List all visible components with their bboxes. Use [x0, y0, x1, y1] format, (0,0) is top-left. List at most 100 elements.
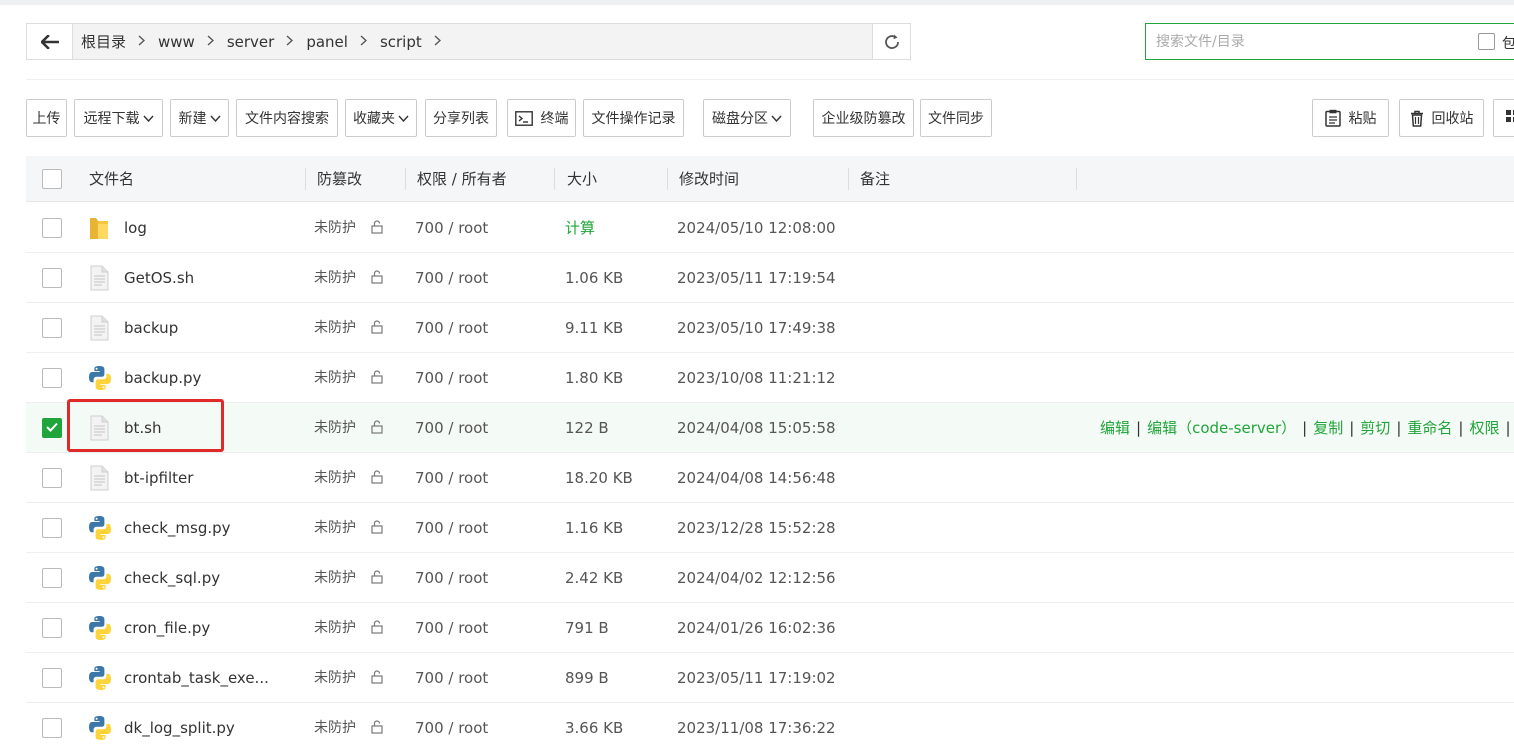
breadcrumb-item-script[interactable]: script	[380, 33, 422, 51]
permission-owner[interactable]: 700 / root	[415, 453, 488, 503]
file-name[interactable]: backup	[124, 303, 178, 353]
unlock-icon[interactable]	[370, 670, 384, 688]
unlock-icon[interactable]	[370, 570, 384, 588]
unlock-icon[interactable]	[370, 720, 384, 738]
file-name[interactable]: backup.py	[124, 353, 201, 403]
refresh-button[interactable]	[873, 24, 910, 59]
tamper-status[interactable]: 未防护	[314, 553, 356, 603]
breadcrumb-item-root[interactable]: 根目录	[81, 31, 126, 52]
unlock-icon[interactable]	[370, 320, 384, 338]
row-checkbox[interactable]	[42, 668, 62, 688]
file-sync-button[interactable]: 文件同步	[920, 99, 992, 137]
table-row[interactable]: log 未防护 700 / root 计算 2024/05/10 12:08:00	[26, 203, 1514, 253]
row-checkbox[interactable]	[42, 568, 62, 588]
file-name[interactable]: bt-ipfilter	[124, 453, 193, 503]
column-header-size[interactable]: 大小	[567, 156, 597, 202]
breadcrumb-item-panel[interactable]: panel	[306, 33, 348, 51]
column-header-mtime[interactable]: 修改时间	[679, 156, 739, 202]
breadcrumb-item-server[interactable]: server	[227, 33, 274, 51]
select-all-checkbox[interactable]	[42, 169, 62, 189]
action-cut[interactable]: 剪切	[1360, 419, 1390, 437]
tamper-status[interactable]: 未防护	[314, 653, 356, 703]
file-name[interactable]: check_msg.py	[124, 503, 231, 553]
row-checkbox[interactable]	[42, 218, 62, 238]
new-button[interactable]: 新建	[170, 99, 229, 137]
action-edit[interactable]: 编辑	[1100, 419, 1130, 437]
unlock-icon[interactable]	[370, 470, 384, 488]
table-row[interactable]: backup.py 未防护 700 / root 1.80 KB 2023/10/08 …	[26, 353, 1514, 403]
row-checkbox[interactable]	[42, 318, 62, 338]
permission-owner[interactable]: 700 / root	[415, 403, 488, 453]
column-header-name[interactable]: 文件名	[89, 156, 134, 202]
view-mode-button[interactable]	[1493, 99, 1514, 137]
tamper-status[interactable]: 未防护	[314, 503, 356, 553]
row-checkbox[interactable]	[42, 618, 62, 638]
permission-owner[interactable]: 700 / root	[415, 303, 488, 353]
back-button[interactable]	[27, 24, 73, 59]
permission-owner[interactable]: 700 / root	[415, 703, 488, 751]
tamper-proof-button[interactable]: 企业级防篡改	[813, 99, 914, 137]
unlock-icon[interactable]	[370, 520, 384, 538]
file-name[interactable]: dk_log_split.py	[124, 703, 235, 751]
table-row[interactable]: check_msg.py 未防护 700 / root 1.16 KB 2023/12/…	[26, 503, 1514, 553]
column-header-perm-owner[interactable]: 权限 / 所有者	[417, 156, 507, 202]
unlock-icon[interactable]	[370, 420, 384, 438]
action-copy[interactable]: 复制	[1313, 419, 1343, 437]
table-row[interactable]: check_sql.py 未防护 700 / root 2.42 KB 2024/04/…	[26, 553, 1514, 603]
permission-owner[interactable]: 700 / root	[415, 603, 488, 653]
disk-partition-button[interactable]: 磁盘分区	[703, 99, 791, 137]
permission-owner[interactable]: 700 / root	[415, 653, 488, 703]
unlock-icon[interactable]	[370, 620, 384, 638]
table-row[interactable]: crontab_task_exe... 未防护 700 / root 899 B 202…	[26, 653, 1514, 703]
file-op-log-button[interactable]: 文件操作记录	[583, 99, 684, 137]
breadcrumb-item-www[interactable]: www	[158, 33, 195, 51]
share-list-button[interactable]: 分享列表	[425, 99, 497, 137]
row-checkbox[interactable]	[42, 368, 62, 388]
row-checkbox[interactable]	[42, 518, 62, 538]
action-permission[interactable]: 权限	[1469, 419, 1499, 437]
table-row[interactable]: backup 未防护 700 / root 9.11 KB 2023/05/10 17:…	[26, 303, 1514, 353]
file-name[interactable]: cron_file.py	[124, 603, 210, 653]
table-row[interactable]: bt.sh 未防护 700 / root 122 B 2024/04/08 15:05:…	[26, 403, 1514, 453]
permission-owner[interactable]: 700 / root	[415, 553, 488, 603]
permission-owner[interactable]: 700 / root	[415, 203, 488, 253]
upload-button[interactable]: 上传	[26, 99, 67, 137]
table-row[interactable]: bt-ipfilter 未防护 700 / root 18.20 KB 2024/04/…	[26, 453, 1514, 503]
table-row[interactable]: cron_file.py 未防护 700 / root 791 B 2024/01/26…	[26, 603, 1514, 653]
file-size[interactable]: 计算	[565, 203, 595, 253]
favorites-button[interactable]: 收藏夹	[345, 99, 417, 137]
paste-button[interactable]: 粘贴	[1312, 99, 1389, 137]
action-edit-code-server[interactable]: 编辑（code-server）	[1147, 419, 1296, 437]
permission-owner[interactable]: 700 / root	[415, 503, 488, 553]
permission-owner[interactable]: 700 / root	[415, 353, 488, 403]
row-checkbox[interactable]	[42, 268, 62, 288]
tamper-status[interactable]: 未防护	[314, 253, 356, 303]
unlock-icon[interactable]	[370, 370, 384, 388]
recycle-bin-button[interactable]: 回收站	[1399, 99, 1484, 137]
action-rename[interactable]: 重命名	[1407, 419, 1452, 437]
tamper-status[interactable]: 未防护	[314, 353, 356, 403]
remote-download-button[interactable]: 远程下载	[74, 99, 163, 137]
table-row[interactable]: dk_log_split.py 未防护 700 / root 3.66 KB 2023/…	[26, 703, 1514, 751]
file-name[interactable]: GetOS.sh	[124, 253, 194, 303]
table-row[interactable]: GetOS.sh 未防护 700 / root 1.06 KB 2023/05/11 1…	[26, 253, 1514, 303]
file-name[interactable]: log	[124, 203, 147, 253]
row-checkbox[interactable]	[42, 418, 62, 438]
search-input[interactable]	[1147, 25, 1467, 58]
tamper-status[interactable]: 未防护	[314, 453, 356, 503]
row-checkbox[interactable]	[42, 718, 62, 738]
column-header-tamper[interactable]: 防篡改	[317, 156, 362, 202]
search-include-checkbox[interactable]	[1478, 33, 1495, 50]
content-search-button[interactable]: 文件内容搜索	[236, 99, 338, 137]
permission-owner[interactable]: 700 / root	[415, 253, 488, 303]
row-checkbox[interactable]	[42, 468, 62, 488]
tamper-status[interactable]: 未防护	[314, 203, 356, 253]
tamper-status[interactable]: 未防护	[314, 603, 356, 653]
terminal-button[interactable]: 终端	[507, 99, 576, 137]
unlock-icon[interactable]	[370, 270, 384, 288]
tamper-status[interactable]: 未防护	[314, 703, 356, 751]
file-name[interactable]: check_sql.py	[124, 553, 220, 603]
file-name[interactable]: crontab_task_exe...	[124, 653, 269, 703]
tamper-status[interactable]: 未防护	[314, 303, 356, 353]
unlock-icon[interactable]	[370, 220, 384, 238]
